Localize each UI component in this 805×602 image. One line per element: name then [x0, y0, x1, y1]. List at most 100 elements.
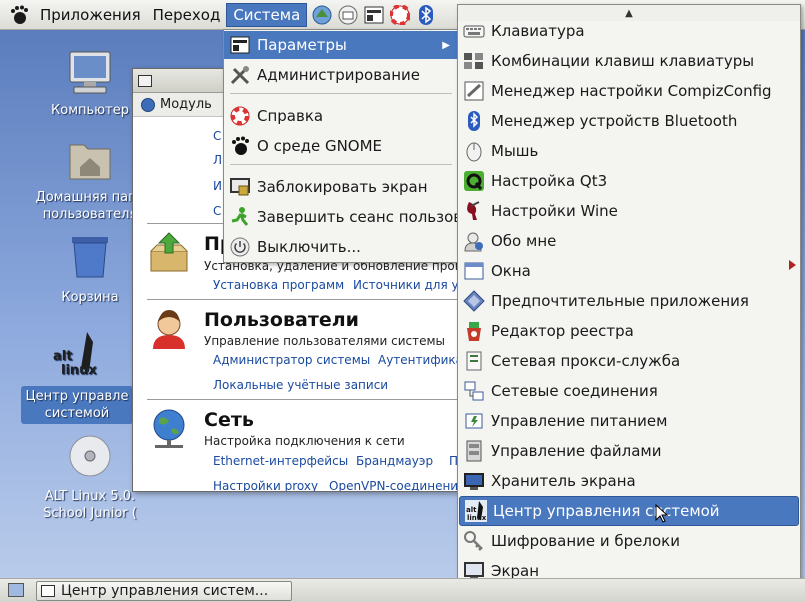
- pref-menu-item-label: Хранитель экрана: [491, 472, 636, 490]
- section-description: Управление пользователями системы: [204, 334, 445, 348]
- pref-menu-item-label: Шифрование и брелоки: [491, 532, 680, 550]
- network-proxy-icon: [463, 350, 485, 372]
- menu-item-preferences[interactable]: Параметры ▶: [224, 31, 458, 59]
- menu-item-logout[interactable]: Завершить сеанс пользов: [224, 203, 458, 231]
- pref-menu-item[interactable]: alt linux Центр управления системой: [459, 496, 799, 526]
- system-menu-button[interactable]: Система: [226, 2, 308, 27]
- link-install-software[interactable]: Установка программ: [213, 278, 344, 292]
- pref-menu-item-label: Мышь: [491, 142, 539, 160]
- menu-item-about-gnome[interactable]: О среде GNOME: [224, 132, 458, 160]
- browser-launcher-icon[interactable]: [311, 4, 333, 26]
- menu-item-administration[interactable]: Администрирование: [224, 61, 458, 89]
- desktop-icon-label: School Junior (: [43, 506, 137, 521]
- preferences-icon: [229, 34, 251, 56]
- logout-icon: [229, 206, 251, 228]
- top-link[interactable]: И: [213, 179, 222, 193]
- top-link[interactable]: Л: [213, 153, 222, 167]
- link-system-administrator[interactable]: Администратор системы: [213, 353, 370, 367]
- trash-icon: [64, 233, 116, 285]
- section-description: Настройка подключения к сети: [204, 434, 405, 448]
- menu-item-lock-screen[interactable]: Заблокировать экран: [224, 173, 458, 201]
- bluetooth-icon: [463, 110, 485, 132]
- network-globe-icon: [147, 407, 191, 451]
- section-divider: [147, 399, 467, 400]
- pref-menu-item[interactable]: Хранитель экрана: [458, 466, 800, 496]
- pref-menu-item-label: Менеджер устройств Bluetooth: [491, 112, 738, 130]
- mouse-cursor-icon: [655, 503, 669, 528]
- menu-item-help[interactable]: Справка: [224, 102, 458, 130]
- taskbar-button-control-center[interactable]: Центр управления систем...: [36, 581, 292, 601]
- menu-item-label: Завершить сеанс пользов: [257, 208, 458, 226]
- show-desktop-icon[interactable]: [8, 583, 24, 597]
- pref-menu-item-label: Управление файлами: [491, 442, 662, 460]
- pref-menu-item[interactable]: Сетевая прокси-служба: [458, 346, 800, 376]
- top-link[interactable]: С: [213, 204, 221, 218]
- link-software-sources[interactable]: Источники для у: [353, 278, 459, 292]
- top-link[interactable]: С: [213, 129, 221, 143]
- pref-menu-item-label: Менеджер настройки CompizConfig: [491, 82, 772, 100]
- gnome-foot-icon: [229, 135, 251, 157]
- pref-menu-item[interactable]: Настройки Wine: [458, 196, 800, 226]
- pref-menu-item-label: Настройки Wine: [491, 202, 618, 220]
- module-menu-button[interactable]: Модуль: [160, 97, 212, 112]
- section-title-network: Сеть: [204, 409, 254, 431]
- office-launcher-icon[interactable]: [363, 4, 385, 26]
- mouse-icon: [463, 140, 485, 162]
- pref-menu-item[interactable]: Шифрование и брелоки: [458, 526, 800, 556]
- pref-menu-item[interactable]: Комбинации клавиш клавиатуры: [458, 46, 800, 76]
- link-local-accounts[interactable]: Локальные учётные записи: [213, 378, 388, 392]
- applications-menu[interactable]: Приложения: [34, 3, 147, 27]
- package-install-icon: [147, 231, 191, 275]
- pref-menu-item-label: Клавиатура: [491, 22, 585, 40]
- menu-item-shutdown[interactable]: Выключить...: [224, 233, 458, 261]
- taskbar-button-label: Центр управления систем...: [61, 583, 269, 599]
- pref-menu-item[interactable]: Предпочтительные приложения: [458, 286, 800, 316]
- menu-separator: [230, 164, 452, 165]
- pref-menu-item[interactable]: Менеджер настройки CompizConfig: [458, 76, 800, 106]
- section-title-users: Пользователи: [204, 309, 359, 331]
- administration-icon: [229, 64, 251, 86]
- help-icon: [229, 105, 251, 127]
- pref-menu-item[interactable]: Окна: [458, 256, 800, 286]
- mail-launcher-icon[interactable]: [337, 4, 359, 26]
- bluetooth-launcher-icon[interactable]: [415, 4, 437, 26]
- menu-item-label: Справка: [257, 107, 324, 125]
- pref-menu-item[interactable]: Клавиатура: [458, 16, 800, 46]
- pref-menu-item[interactable]: Менеджер устройств Bluetooth: [458, 106, 800, 136]
- link-openvpn[interactable]: OpenVPN-соединения: [329, 479, 465, 491]
- about-me-icon: [463, 230, 485, 252]
- help-launcher-icon[interactable]: [389, 4, 411, 26]
- file-management-icon: [463, 440, 485, 462]
- link-proxy-settings[interactable]: Настройки proxy: [213, 479, 318, 491]
- desktop-icon-control-center[interactable]: alt linux Центр управле системой: [21, 330, 133, 424]
- lock-screen-icon: [229, 176, 251, 198]
- gnome-foot-icon[interactable]: [8, 4, 30, 26]
- preferences-submenu: ▲ Клавиатура Комбинации клавиш клавиатуры…: [457, 4, 801, 600]
- power-management-icon: [463, 410, 485, 432]
- link-ethernet-interfaces[interactable]: Ethernet-интерфейсы: [213, 454, 348, 468]
- pref-menu-item[interactable]: Настройка Qt3: [458, 166, 800, 196]
- places-menu[interactable]: Переход: [147, 3, 227, 27]
- pref-menu-item-label: Сетевая прокси-служба: [491, 352, 681, 370]
- screensaver-icon: [463, 470, 485, 492]
- pref-menu-item[interactable]: Редактор реестра: [458, 316, 800, 346]
- svg-text:linux: linux: [61, 363, 97, 378]
- pref-menu-item[interactable]: Управление файлами: [458, 436, 800, 466]
- desktop-icon-label: Центр управле: [25, 389, 129, 404]
- pref-menu-item-label: Обо мне: [491, 232, 557, 250]
- pref-menu-item-label: Центр управления системой: [493, 502, 720, 520]
- alt-linux-icon: alt linux: [465, 500, 487, 522]
- link-firewall[interactable]: Брандмауэр: [356, 454, 433, 468]
- pref-menu-item[interactable]: Сетевые соединения: [458, 376, 800, 406]
- pref-menu-item[interactable]: Мышь: [458, 136, 800, 166]
- windows-icon: [463, 260, 485, 282]
- computer-icon: [64, 46, 116, 98]
- svg-text:linux: linux: [467, 514, 487, 522]
- pref-menu-item[interactable]: Обо мне: [458, 226, 800, 256]
- link-authentication[interactable]: Аутентификац: [378, 353, 469, 367]
- keyboard-shortcuts-icon: [463, 50, 485, 72]
- red-pointer-marker: [789, 260, 796, 270]
- window-menu-icon[interactable]: [138, 74, 152, 87]
- qt3-icon: [463, 170, 485, 192]
- pref-menu-item[interactable]: Управление питанием: [458, 406, 800, 436]
